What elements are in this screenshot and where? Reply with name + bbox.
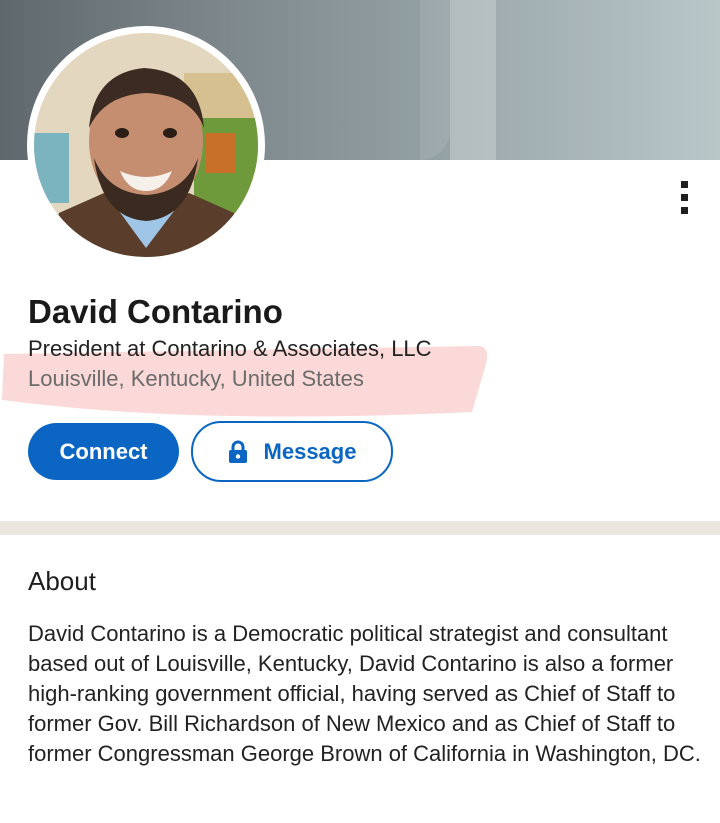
profile-name: David Contarino xyxy=(28,293,283,330)
section-divider xyxy=(0,521,720,535)
profile-photo xyxy=(34,33,258,257)
avatar[interactable] xyxy=(27,26,265,264)
banner-band xyxy=(450,0,496,160)
dot xyxy=(680,193,688,201)
banner-band xyxy=(496,0,720,160)
banner-band xyxy=(420,0,450,160)
connect-button[interactable]: Connect xyxy=(28,423,179,480)
dot xyxy=(680,206,688,214)
message-label: Message xyxy=(263,438,357,464)
dot xyxy=(680,180,688,188)
profile-location: Louisville, Kentucky, United States xyxy=(28,366,364,391)
profile-headline: President at Contarino & Associates, LLC xyxy=(28,336,432,361)
about-body: David Contarino is a Democratic politica… xyxy=(28,621,701,766)
connect-label: Connect xyxy=(59,438,148,464)
lock-icon xyxy=(228,440,247,463)
message-button[interactable]: Message xyxy=(191,421,393,482)
about-title: About xyxy=(28,566,96,596)
more-options-button[interactable] xyxy=(666,172,702,222)
